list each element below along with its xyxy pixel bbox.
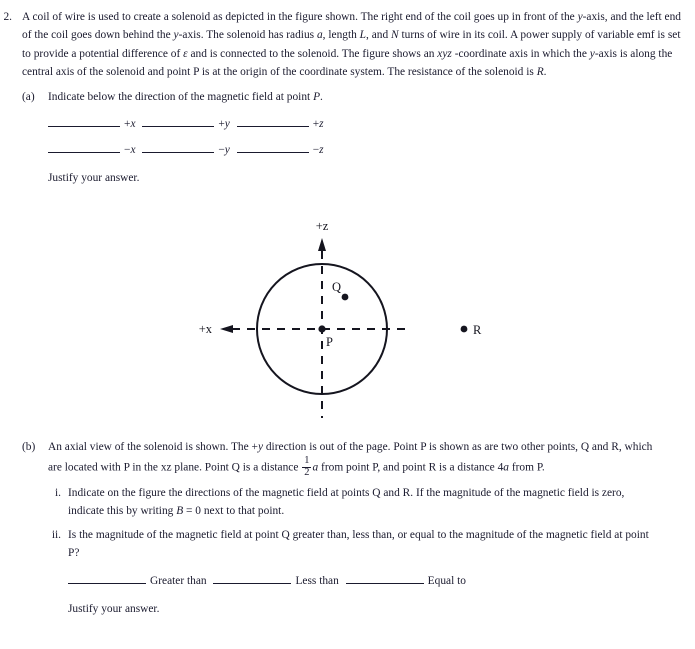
part-a-prompt: Indicate below the direction of the magn… — [48, 88, 669, 106]
part-b-label: (b) — [22, 441, 36, 453]
part-b-content: An axial view of the solenoid is shown. … — [48, 438, 683, 619]
answer-blank-minusz[interactable] — [236, 142, 309, 153]
part-a-body: Indicate below the direction of the magn… — [48, 88, 683, 188]
choice-label: Less than — [295, 574, 339, 587]
part-a-prompt-text: Indicate below the direction of the magn… — [48, 90, 314, 103]
text-run: N — [391, 29, 399, 42]
text-run: . — [543, 66, 547, 79]
part-a-justify-label: Justify your answer. — [48, 172, 140, 185]
text-run: R — [536, 66, 544, 79]
part-b-choices-row: Greater than Less than Equal to — [68, 572, 653, 590]
fraction: 12 — [302, 455, 312, 479]
problem-number: 2. — [3, 11, 12, 23]
text-run: , length — [322, 29, 360, 42]
text-run: from point P, and point R is a distance … — [318, 461, 504, 474]
text-run: = 0 next to that point. — [183, 505, 285, 518]
axis-option-label: +y — [218, 118, 230, 131]
problem-2: 2. A coil of wire is used to create a so… — [0, 8, 695, 188]
text-run: and is connected to the solenoid. The fi… — [187, 47, 438, 60]
subpart-ii-label: ii. — [51, 528, 61, 541]
text-run: xyz — [437, 47, 452, 60]
solenoid-axial-view-figure: +z +x P Q R — [0, 215, 695, 425]
axis-option-label: +z — [312, 118, 324, 131]
subpart-i-text: Indicate on the figure the directions of… — [68, 484, 669, 521]
point-r-dot — [460, 325, 468, 333]
text-run: Indicate on the figure the directions of… — [68, 486, 625, 518]
subpart-i-label: i. — [54, 486, 61, 499]
text-run: A coil of wire is used to create a solen… — [22, 11, 578, 23]
text-run: from P. — [508, 461, 545, 474]
point-r-label: R — [473, 323, 482, 337]
part-a-label: (a) — [22, 90, 35, 103]
text-run: , and — [366, 29, 392, 42]
answer-blank-greater-than[interactable] — [68, 573, 146, 584]
subpart-ii-text: Is the magnitude of the magnetic field a… — [68, 526, 653, 563]
part-a-answer-row-negative: −x −y −z — [48, 141, 669, 159]
answer-blank-less-than[interactable] — [213, 573, 292, 584]
x-axis-arrowhead — [220, 325, 233, 333]
subpart-ii-content: Is the magnitude of the magnetic field a… — [68, 526, 669, 619]
answer-blank-plusy[interactable] — [142, 117, 215, 128]
point-p-dot — [318, 325, 326, 333]
part-a-answer-row-positive: +x +y +z — [48, 115, 669, 133]
problem-stem-row: 2. A coil of wire is used to create a so… — [0, 8, 695, 188]
z-axis-arrowhead — [318, 238, 326, 251]
part-a: (a) Indicate below the direction of the … — [22, 88, 683, 188]
part-b: (b) An axial view of the solenoid is sho… — [0, 432, 695, 619]
answer-blank-plusx[interactable] — [48, 117, 120, 128]
point-q-dot — [341, 293, 349, 301]
text-run: -coordinate axis in which the — [451, 47, 590, 60]
part-a-prompt-period: . — [320, 90, 323, 103]
fraction-denominator: 2 — [304, 467, 310, 479]
subpart-ii: ii. Is the magnitude of the magnetic fie… — [48, 526, 669, 619]
part-b-main: (b) An axial view of the solenoid is sho… — [22, 438, 683, 619]
part-b-body: (b) An axial view of the solenoid is sho… — [22, 432, 695, 619]
answer-blank-plusz[interactable] — [236, 117, 309, 128]
part-a-prompt-point: P — [313, 90, 321, 103]
axis-option-label: −x — [124, 143, 136, 156]
choice-label: Equal to — [427, 574, 466, 587]
problem-stem-text: A coil of wire is used to create a solen… — [22, 8, 683, 82]
choice-label: Greater than — [150, 574, 207, 587]
part-b-justify-label: Justify your answer. — [68, 603, 160, 616]
z-axis-label: +z — [316, 219, 329, 233]
axis-option-label: −y — [218, 143, 230, 156]
text-run: An axial view of the solenoid is shown. … — [48, 441, 258, 453]
subpart-i: i. Indicate on the figure the directions… — [48, 484, 669, 521]
part-b-row: (b) An axial view of the solenoid is sho… — [0, 432, 695, 619]
answer-blank-minusx[interactable] — [48, 142, 120, 153]
text-run: Is the magnitude of the magnetic field a… — [68, 528, 649, 560]
document-page: 2. A coil of wire is used to create a so… — [0, 0, 695, 649]
problem-body: A coil of wire is used to create a solen… — [22, 8, 695, 188]
fraction-numerator: 1 — [304, 455, 310, 467]
answer-blank-equal-to[interactable] — [345, 573, 424, 584]
point-p-label: P — [326, 335, 333, 349]
axis-option-label: −z — [312, 143, 324, 156]
point-q-label: Q — [332, 280, 341, 294]
answer-blank-minusy[interactable] — [142, 142, 215, 153]
text-run: -axis. The solenoid has radius — [178, 29, 317, 42]
x-axis-label: +x — [199, 322, 213, 336]
part-b-text: An axial view of the solenoid is shown. … — [48, 438, 669, 479]
axis-option-label: +x — [124, 118, 136, 131]
